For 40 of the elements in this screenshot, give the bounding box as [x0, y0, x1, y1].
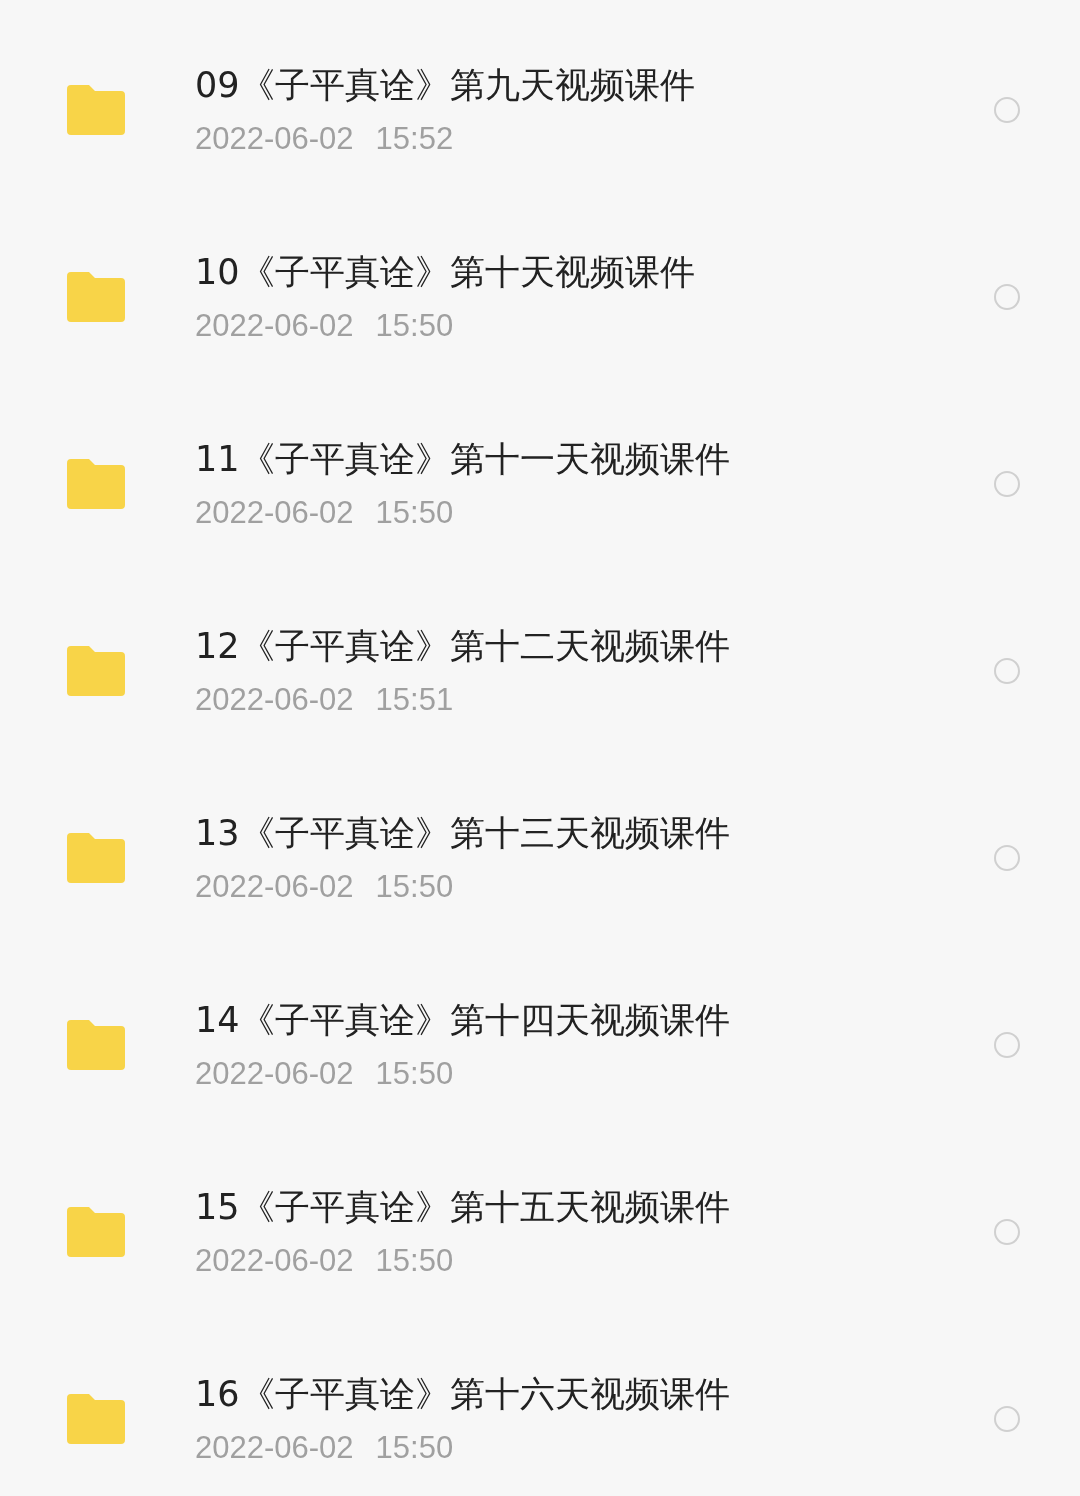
modified-time: 15:50	[375, 308, 454, 344]
select-radio[interactable]	[994, 1405, 1020, 1432]
folder-icon	[67, 1019, 125, 1070]
folder-icon	[67, 1393, 125, 1444]
folder-name[interactable]: 10《子平真诠》第十天视频课件	[195, 249, 695, 296]
select-radio[interactable]	[994, 844, 1020, 871]
folder-name[interactable]: 15《子平真诠》第十五天视频课件	[195, 1184, 730, 1231]
select-radio[interactable]	[994, 96, 1020, 123]
select-radio[interactable]	[994, 470, 1020, 497]
modified-time: 15:50	[375, 1430, 454, 1466]
folder-icon	[67, 458, 125, 509]
select-radio[interactable]	[994, 657, 1020, 684]
folder-name[interactable]: 14《子平真诠》第十四天视频课件	[195, 997, 730, 1044]
modified-time: 15:50	[375, 869, 454, 905]
folder-name[interactable]: 13《子平真诠》第十三天视频课件	[195, 810, 730, 857]
modified-time: 15:50	[375, 495, 454, 531]
modified-date: 2022-06-02	[195, 495, 354, 531]
folder-icon	[67, 1206, 125, 1257]
modified-time: 15:50	[375, 1056, 454, 1092]
modified-date: 2022-06-02	[195, 1056, 354, 1092]
modified-date: 2022-06-02	[195, 1243, 354, 1279]
select-radio[interactable]	[994, 1031, 1020, 1058]
modified-date: 2022-06-02	[195, 869, 354, 905]
folder-icon	[67, 645, 125, 696]
modified-time: 15:51	[375, 682, 454, 718]
folder-name[interactable]: 12《子平真诠》第十二天视频课件	[195, 623, 730, 670]
folder-name[interactable]: 11《子平真诠》第十一天视频课件	[195, 436, 730, 483]
folder-name[interactable]: 16《子平真诠》第十六天视频课件	[195, 1371, 730, 1418]
folder-icon	[67, 84, 125, 135]
folder-icon	[67, 832, 125, 883]
select-radio[interactable]	[994, 1218, 1020, 1245]
modified-time: 15:52	[375, 121, 454, 157]
modified-date: 2022-06-02	[195, 682, 354, 718]
folder-name[interactable]: 09《子平真诠》第九天视频课件	[195, 62, 695, 109]
modified-date: 2022-06-02	[195, 121, 354, 157]
modified-date: 2022-06-02	[195, 308, 354, 344]
folder-icon	[67, 271, 125, 322]
select-radio[interactable]	[994, 283, 1020, 310]
modified-time: 15:50	[375, 1243, 454, 1279]
modified-date: 2022-06-02	[195, 1430, 354, 1466]
